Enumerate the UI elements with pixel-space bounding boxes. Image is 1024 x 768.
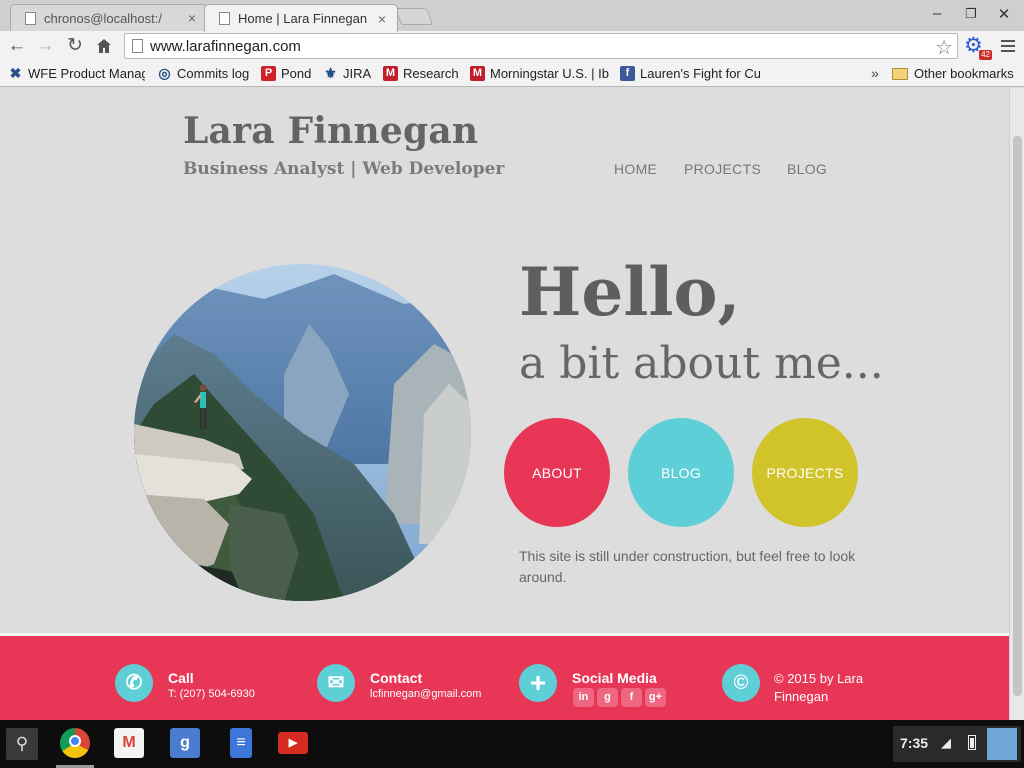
status-tray[interactable]: 7:35 ◢ (893, 726, 1021, 762)
footer-phone[interactable]: T: (207) 504-6930 (168, 688, 255, 700)
tab-home[interactable]: Home | Lara Finnegan × (204, 4, 398, 32)
footer-call-title: Call (168, 670, 194, 686)
google-search-icon[interactable]: g (170, 728, 200, 758)
google-plus-icon[interactable]: g+ (645, 688, 666, 707)
footer-social-title: Social Media (572, 670, 657, 686)
google-icon[interactable]: g (597, 688, 618, 707)
close-icon[interactable]: × (185, 10, 199, 26)
m-icon: M (470, 66, 485, 81)
reload-icon[interactable]: ↻ (63, 34, 87, 58)
bookmark-label: Research (403, 66, 459, 81)
bookmarks-bar: ✖ WFE Product Manage ◎ Commits log P Pon… (0, 61, 1024, 87)
m-icon: M (383, 66, 398, 81)
facebook-icon: f (620, 66, 635, 81)
bookmark-item[interactable]: ◎ Commits log (157, 66, 249, 81)
construction-note: This site is still under construction, b… (519, 548, 856, 585)
bookmark-label: Commits log (177, 66, 250, 81)
docs-icon[interactable]: ≡ (230, 728, 252, 758)
site-footer: ✆ Call T: (207) 504-6930 ✉ Contact lcfin… (0, 633, 1009, 720)
clock: 7:35 (900, 735, 929, 751)
page-viewport: Lara Finnegan Business Analyst | Web Dev… (0, 88, 1009, 720)
chrome-icon[interactable] (60, 728, 90, 758)
back-icon[interactable]: ← (5, 34, 29, 58)
document-icon (25, 11, 36, 25)
bookmark-label: JIRA (343, 66, 372, 81)
target-icon: ◎ (158, 66, 171, 81)
bookmark-item[interactable]: P Pond (261, 66, 311, 81)
close-window-icon[interactable]: ✕ (993, 5, 1015, 23)
browser-toolbar: ← → ↻ ☆ ⚙ 42 (0, 31, 1024, 61)
nav-projects[interactable]: PROJECTS (684, 161, 761, 177)
projects-button[interactable]: PROJECTS (752, 418, 858, 527)
linkedin-icon[interactable]: in (573, 688, 594, 707)
restore-icon[interactable]: ❐ (960, 6, 982, 22)
extension-icon[interactable]: ⚙ 42 (964, 34, 992, 60)
bookmark-label: Lauren's Fight for Cur (640, 66, 760, 81)
extension-badge: 42 (979, 50, 992, 60)
document-icon (219, 12, 230, 25)
bookmark-star-icon[interactable]: ☆ (935, 35, 953, 60)
forward-icon[interactable]: → (33, 34, 57, 58)
plus-icon: + (519, 664, 557, 702)
wifi-icon: ◢ (941, 735, 951, 750)
site-title[interactable]: Lara Finnegan (183, 110, 478, 152)
bookmark-label: WFE Product Manage (28, 66, 145, 81)
mail-icon: ✉ (317, 664, 355, 702)
copyright-icon: © (722, 664, 760, 702)
profile-photo (134, 264, 471, 601)
bookmarks-overflow-chevron[interactable]: » (871, 65, 879, 81)
close-icon[interactable]: × (375, 11, 389, 27)
gmail-icon[interactable]: M (114, 728, 144, 758)
battery-icon (968, 735, 976, 750)
jira-icon: ⚜ (324, 66, 337, 81)
footer-contact-title: Contact (370, 670, 423, 686)
bookmark-item[interactable]: M Research (383, 66, 459, 81)
home-icon[interactable] (92, 34, 116, 58)
bookmark-item[interactable]: M Morningstar U.S. | Ibb (470, 66, 609, 81)
bookmark-item[interactable]: ✖ WFE Product Manage (8, 66, 145, 81)
bookmark-item[interactable]: ⚜ JIRA (323, 66, 371, 81)
os-shelf: ⚲ M g ≡ ▶ 7:35 ◢ (0, 720, 1024, 768)
page-icon (132, 39, 143, 53)
tab-title: chronos@localhost:/ (44, 10, 162, 26)
menu-icon[interactable] (1001, 40, 1015, 55)
hero-subheading: a bit about me... (519, 338, 884, 389)
nav-blog[interactable]: BLOG (787, 161, 827, 177)
site-tagline: Business Analyst | Web Developer (183, 159, 505, 179)
youtube-icon[interactable]: ▶ (278, 732, 308, 754)
page-scrollbar[interactable] (1009, 88, 1024, 720)
tools-icon: ✖ (9, 66, 22, 81)
about-button[interactable]: ABOUT (504, 418, 610, 527)
p-icon: P (261, 66, 276, 81)
copyright-text: © 2015 by Lara Finnegan (774, 671, 864, 704)
bookmark-label: Other bookmarks (914, 66, 1014, 81)
bookmark-label: Morningstar U.S. | Ibb (490, 66, 609, 81)
tab-terminal[interactable]: chronos@localhost:/ × (10, 4, 208, 31)
url-input[interactable] (150, 36, 920, 56)
hero-heading: Hello, (519, 253, 741, 331)
new-tab-button[interactable] (394, 8, 434, 25)
footer-email[interactable]: lcfinnegan@gmail.com (370, 688, 481, 700)
avatar (987, 728, 1017, 760)
tab-title: Home | Lara Finnegan (238, 11, 368, 26)
other-bookmarks[interactable]: Other bookmarks (892, 66, 1014, 81)
blog-button[interactable]: BLOG (628, 418, 734, 527)
bookmark-item[interactable]: f Lauren's Fight for Cur (620, 66, 760, 81)
phone-icon: ✆ (115, 664, 153, 702)
address-bar[interactable]: ☆ (124, 33, 958, 59)
bookmark-label: Pond (281, 66, 312, 81)
tab-strip: chronos@localhost:/ × Home | Lara Finneg… (0, 0, 1024, 32)
nav-home[interactable]: HOME (614, 161, 657, 177)
folder-icon (892, 67, 908, 80)
scrollbar-thumb[interactable] (1013, 136, 1022, 696)
minimize-icon[interactable]: – (926, 5, 948, 22)
facebook-icon[interactable]: f (621, 688, 642, 707)
launcher-search-icon[interactable]: ⚲ (6, 728, 38, 760)
